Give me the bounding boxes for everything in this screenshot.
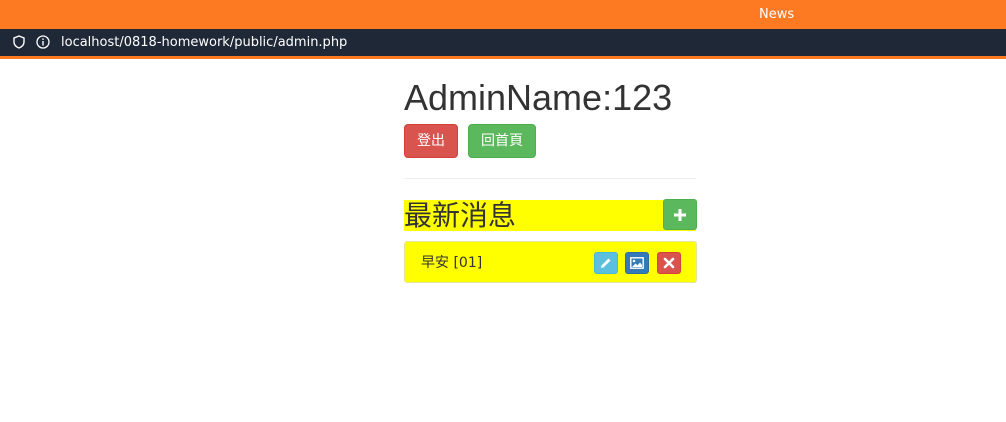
plus-icon (674, 208, 686, 221)
info-icon[interactable] (36, 35, 50, 49)
page-title: AdminName:123 (404, 77, 673, 118)
image-button[interactable] (625, 252, 649, 274)
add-news-button[interactable] (663, 199, 697, 230)
tab-news[interactable]: News (759, 7, 794, 22)
edit-button[interactable] (594, 252, 618, 274)
address-bar[interactable]: localhost/0818-homework/public/admin.php (0, 29, 1006, 59)
browser-tab-bar: News (0, 0, 1006, 29)
image-icon (630, 257, 644, 269)
news-header: 最新消息 (404, 198, 697, 233)
action-buttons: 登出 回首頁 (404, 124, 697, 158)
delete-button[interactable] (657, 252, 681, 274)
logout-button[interactable]: 登出 (404, 124, 458, 158)
news-list-item: 早安 [01] (404, 241, 697, 283)
news-item-label: 早安 [01] (421, 255, 483, 271)
shield-icon[interactable] (13, 35, 25, 49)
admin-panel: AdminName:123 登出 回首頁 最新消息 早安 [01] (404, 78, 697, 283)
remove-icon (663, 257, 675, 269)
url-text[interactable]: localhost/0818-homework/public/admin.php (61, 35, 347, 50)
home-button[interactable]: 回首頁 (468, 124, 536, 158)
news-heading: 最新消息 (404, 200, 696, 231)
divider (404, 178, 696, 179)
pencil-icon (601, 258, 611, 268)
